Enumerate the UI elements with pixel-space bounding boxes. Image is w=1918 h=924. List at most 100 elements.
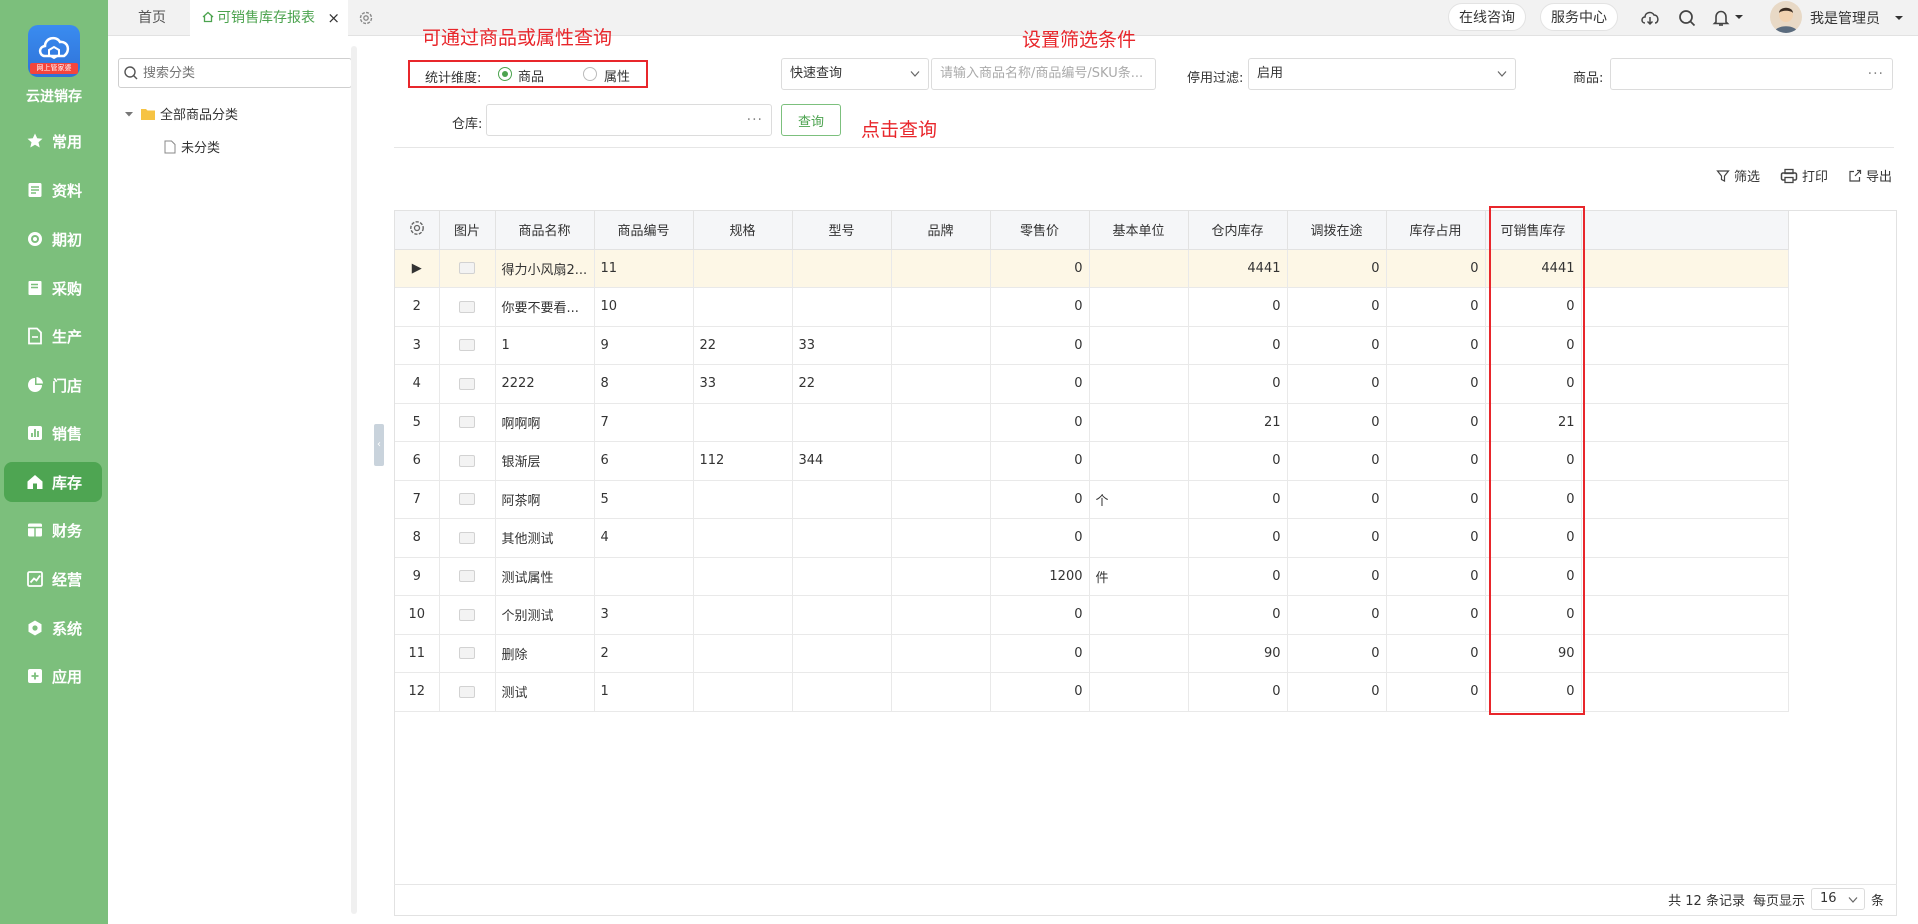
service-center-button[interactable]: 服务中心 [1540,3,1618,31]
column-header[interactable]: 零售价 [990,211,1090,250]
product-image[interactable] [439,634,496,673]
tab-label: 可销售库存报表 [217,10,315,26]
nav-item-8[interactable]: 财务 [4,510,102,550]
nav-item-5[interactable]: 门店 [4,365,102,405]
nav-item-7[interactable]: 库存 [4,462,102,502]
nav-item-6[interactable]: 销售 [4,413,102,453]
category-search-input[interactable] [118,58,352,88]
online-consult-button[interactable]: 在线咨询 [1448,3,1526,31]
nav-item-2[interactable]: 期初 [4,219,102,259]
filter-button[interactable]: 筛选 [1716,166,1760,185]
app-logo[interactable]: 网上管家婆 [28,25,80,77]
print-button[interactable]: 打印 [1780,166,1828,185]
cell-code: 10 [594,287,694,327]
product-image[interactable] [439,249,496,288]
cell-unit: 个 [1089,480,1189,519]
radio-dimension-attribute[interactable] [583,67,597,81]
column-header[interactable]: 基本单位 [1089,211,1189,250]
cell-name: 得力小风扇2... [495,249,595,288]
column-header[interactable]: 品牌 [891,211,991,250]
nav-item-label: 库存 [52,473,83,492]
cell-transit: 0 [1287,672,1387,712]
disable-filter-select[interactable]: 启用 [1248,58,1516,90]
chevron-down-icon[interactable] [1734,12,1744,22]
column-header[interactable]: 调拨在途 [1287,211,1387,250]
column-header[interactable]: 库存占用 [1386,211,1486,250]
quick-query-input[interactable]: 请输入商品名称/商品编号/SKU条... [931,58,1156,90]
cell-unit [1089,518,1189,558]
category-scrollbar[interactable] [351,46,357,914]
product-image[interactable] [439,518,496,558]
column-header[interactable]: 型号 [792,211,892,250]
total-records: 共 12 条记录 [1668,893,1745,909]
page-size-select[interactable]: 16 [1810,888,1865,910]
cell-model [792,672,892,712]
tab-home[interactable]: 首页 [138,0,166,36]
cell-unit [1089,326,1189,365]
product-image[interactable] [439,672,496,712]
warehouse-picker[interactable]: ··· [486,104,772,136]
house-icon [27,475,43,489]
tree-node-all-categories[interactable]: 全部商品分类 [124,104,238,123]
cloud-download-icon[interactable] [1640,8,1660,28]
tree-node-uncategorized[interactable]: 未分类 [164,137,220,156]
cell-name: 银渐层 [495,441,595,481]
query-button[interactable]: 查询 [781,104,841,136]
radio-label-product[interactable]: 商品 [518,66,544,85]
avatar[interactable] [1770,1,1802,33]
column-settings-gear-icon[interactable] [395,211,440,250]
product-image[interactable] [439,364,496,404]
column-header[interactable]: 仓内库存 [1188,211,1288,250]
radio-label-attribute[interactable]: 属性 [604,66,630,85]
radio-dimension-product[interactable] [498,67,512,81]
cell-code: 4 [594,518,694,558]
cell-spec [693,403,793,442]
product-image[interactable] [439,557,496,596]
tab-available-stock-report[interactable]: 可销售库存报表 × [190,0,348,36]
collapse-pane-handle[interactable]: ‹ [374,424,384,466]
nav-item-11[interactable]: 应用 [4,656,102,696]
product-picker[interactable]: ··· [1610,58,1893,90]
search-icon[interactable] [1677,8,1697,28]
nav-item-3[interactable]: 采购 [4,268,102,308]
funnel-icon [1716,169,1730,182]
cell-name: 测试 [495,672,595,712]
caret-down-icon[interactable] [124,109,134,119]
cell-name: 阿茶啊 [495,480,595,519]
nav-item-1[interactable]: 资料 [4,170,102,210]
close-icon[interactable]: × [327,0,340,36]
cell-brand [891,480,991,519]
column-header[interactable]: 图片 [439,211,496,250]
pager: 共 12 条记录 每页显示 16 条 [1668,888,1884,910]
cell-stock: 0 [1188,557,1288,596]
cell-occupied: 0 [1386,403,1486,442]
printer-icon [1780,168,1798,183]
bell-icon[interactable] [1711,8,1731,28]
product-image[interactable] [439,441,496,481]
tab-settings-gear-icon[interactable] [358,0,374,36]
nav-item-0[interactable]: 常用 [4,121,102,161]
column-header[interactable]: 规格 [693,211,793,250]
user-name[interactable]: 我是管理员 [1810,8,1880,28]
product-image[interactable] [439,287,496,327]
cell-stock: 0 [1188,364,1288,404]
user-menu-chevron-icon[interactable] [1894,13,1904,23]
product-image[interactable] [439,326,496,365]
column-header[interactable]: 商品编号 [594,211,694,250]
more-dots-icon[interactable]: ··· [747,105,763,135]
quick-query-select[interactable]: 快速查询 [781,58,929,90]
file-icon [164,140,176,153]
product-image[interactable] [439,480,496,519]
nav-item-4[interactable]: 生产 [4,316,102,356]
product-image[interactable] [439,595,496,635]
cell-brand [891,634,991,673]
column-header[interactable]: 商品名称 [495,211,595,250]
cell-code: 1 [594,672,694,712]
nav-item-10[interactable]: 系统 [4,608,102,648]
product-image[interactable] [439,403,496,442]
category-pane: 全部商品分类 未分类 [108,36,358,924]
export-button[interactable]: 导出 [1848,166,1892,185]
nav-item-9[interactable]: 经营 [4,559,102,599]
cell-spec: 33 [693,364,793,404]
more-dots-icon[interactable]: ··· [1868,59,1884,89]
